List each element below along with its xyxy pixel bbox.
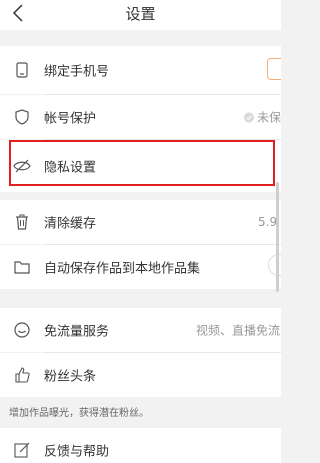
title-bar: 设置 [0, 0, 281, 30]
free-data-desc: 视频、直播免流 [196, 323, 281, 338]
feedback-label: 反馈与帮助 [44, 444, 110, 460]
edit-icon [13, 441, 31, 459]
bind-phone-button[interactable] [267, 58, 281, 80]
eye-off-icon [13, 157, 31, 175]
scrollbar-thumb[interactable] [276, 182, 279, 292]
account-protection-label: 帐号保护 [44, 111, 97, 127]
privacy-settings-row[interactable]: 隐私设置 [0, 140, 281, 192]
clear-cache-label: 清除缓存 [44, 216, 97, 232]
auto-save-row[interactable]: 自动保存作品到本地作品集 [0, 245, 281, 289]
bind-phone-label: 绑定手机号 [44, 64, 110, 80]
cache-size: 5.9 [258, 215, 278, 229]
clear-cache-row[interactable]: 清除缓存 5.9 [0, 200, 281, 244]
trash-icon [13, 213, 31, 231]
account-protection-status: 未保 [244, 109, 281, 126]
folder-icon [13, 258, 31, 276]
page-title: 设置 [125, 5, 156, 23]
privacy-settings-label: 隐私设置 [44, 160, 97, 176]
check-circle-icon [244, 112, 254, 122]
shield-icon [13, 108, 31, 126]
thumb-up-icon [13, 366, 31, 384]
fans-headline-label: 粉丝头条 [44, 369, 97, 385]
smile-icon [13, 321, 31, 339]
account-protection-row[interactable]: 帐号保护 未保 [0, 95, 281, 139]
bind-phone-row[interactable]: 绑定手机号 [0, 46, 281, 94]
auto-save-label: 自动保存作品到本地作品集 [44, 261, 201, 277]
promo-text: 增加作品曝光，获得潜在粉丝。 [9, 408, 149, 419]
account-protection-status-text: 未保 [257, 110, 281, 125]
free-data-row[interactable]: 免流量服务 视频、直播免流 [0, 308, 281, 352]
phone-icon [13, 61, 31, 79]
feedback-row[interactable]: 反馈与帮助 [0, 428, 281, 463]
free-data-label: 免流量服务 [44, 324, 110, 340]
settings-screen: 设置 绑定手机号 帐号保护 未保 隐私设置 清除缓存 5.9 自动保存作品到本地… [0, 0, 281, 463]
fans-headline-row[interactable]: 粉丝头条 [0, 353, 281, 397]
